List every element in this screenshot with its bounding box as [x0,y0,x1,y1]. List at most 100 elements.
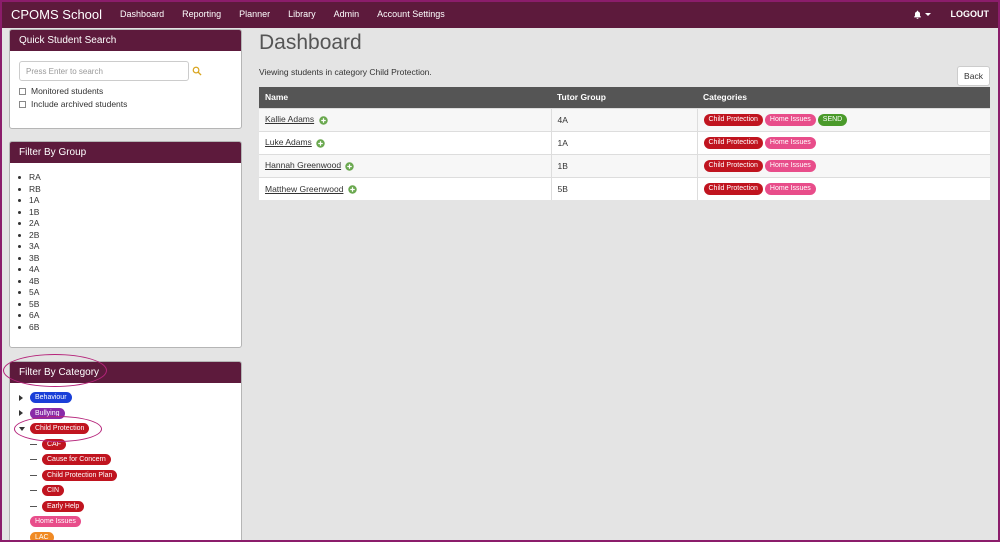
category-row-behaviour: Behaviour [19,390,241,406]
nav-library[interactable]: Library [288,9,316,19]
monitored-checkbox[interactable] [19,87,26,95]
bullet-icon [18,279,21,283]
category-row-cin: CIN [19,483,241,499]
table-row: Matthew Greenwood 5B Child Protection Home… [259,176,990,200]
student-name-link[interactable]: Matthew Greenwood [265,184,343,194]
monitored-students-option[interactable]: Monitored students [19,86,232,96]
page-subtitle: Viewing students in category Child Prote… [259,67,432,77]
categories-cell: Child Protection Home Issues [697,176,990,200]
group-item-1b[interactable]: 1B [18,207,241,219]
group-label: 4B [29,275,40,286]
add-icon[interactable] [316,138,325,148]
nav-reporting[interactable]: Reporting [182,9,221,19]
group-label: 4A [29,264,40,274]
students-table: Name Tutor Group Categories Kallie Adams… [259,87,990,200]
group-item-6b[interactable]: 6B [18,322,241,334]
student-name-link[interactable]: Luke Adams [265,137,312,147]
category-filter-caf[interactable]: CAF [42,438,66,450]
chevron-down-icon [924,12,931,16]
table-row: Luke Adams 1A Child Protection Home Issues [259,130,990,154]
category-row-lac: LAC [19,530,241,542]
top-navbar: CPOMS School Dashboard Reporting Planner… [0,0,1000,28]
expand-arrow-icon[interactable] [19,410,23,417]
group-label: 1A [29,195,40,205]
nav-account-settings[interactable]: Account Settings [377,9,445,19]
column-header-categories[interactable]: Categories [697,87,990,108]
category-filter-behaviour[interactable]: Behaviour [30,392,72,404]
logout-link[interactable]: LOGOUT [951,9,990,19]
bullet-icon [18,210,21,214]
group-item-2b[interactable]: 2B [18,230,241,242]
group-item-5b[interactable]: 5B [18,299,241,311]
category-badge-child-protection: Child Protection [703,183,763,196]
archived-students-option[interactable]: Include archived students [19,99,232,109]
bullet-icon [18,245,21,249]
bullet-icon [18,325,21,329]
student-name-link[interactable]: Kallie Adams [265,114,314,124]
group-label: 1B [29,206,40,217]
group-item-3a[interactable]: 3A [18,241,241,253]
search-input[interactable] [19,61,189,81]
bullet-icon [18,291,21,295]
filter-group-heading: Filter By Group [10,142,241,163]
back-button[interactable]: Back [957,66,990,86]
category-row-early-help: Early Help [19,499,241,515]
notifications-dropdown[interactable] [913,10,931,19]
group-list: RA RB 1A 1B 2A 2B 3A 3B 4A 4B 5A 5B 6A 6B [10,163,241,333]
category-badge-home-issues: Home Issues [764,137,816,149]
group-item-5a[interactable]: 5A [18,287,241,299]
group-item-ra[interactable]: RA [18,172,241,184]
bullet-icon [18,222,21,226]
category-badge-child-protection: Child Protection [703,137,763,149]
tutor-group-cell: 5B [551,176,698,200]
tree-branch-line [30,490,37,492]
add-icon[interactable] [318,115,328,125]
category-badge-child-protection: Child Protection [703,114,763,126]
category-filter-cin[interactable]: CIN [42,485,65,497]
category-row-child-protection: Child Protection [19,421,241,437]
filter-category-panel: Filter By Category Behaviour Bullying Chil… [9,361,242,542]
category-filter-lac[interactable]: LAC [30,531,54,542]
archived-checkbox[interactable] [19,100,26,108]
category-tree: Behaviour Bullying Child Protection CAF Caus… [10,383,241,542]
column-header-tutor-group[interactable]: Tutor Group [551,87,697,108]
category-badge-home-issues: Home Issues [764,114,816,126]
brand-logo[interactable]: CPOMS School [11,7,102,22]
group-label: 5A [29,287,40,297]
expand-arrow-icon[interactable] [19,394,23,401]
nav-planner[interactable]: Planner [239,9,270,19]
student-name-link[interactable]: Hannah Greenwood [265,160,341,170]
category-filter-child-protection-plan[interactable]: Child Protection Plan [42,469,118,481]
category-filter-bullying[interactable]: Bullying [30,407,65,419]
group-item-6a[interactable]: 6A [18,310,241,322]
group-label: 3B [29,252,40,263]
category-row-caf: CAF [19,437,241,453]
nav-admin[interactable]: Admin [334,9,360,19]
bullet-icon [18,187,21,191]
group-label: RA [29,172,41,182]
quick-search-panel: Quick Student Search Monitored students … [9,29,242,129]
category-filter-cause-for-concern[interactable]: Cause for Concern [42,454,111,466]
group-item-2a[interactable]: 2A [18,218,241,230]
category-row-cause-for-concern: Cause for Concern [19,452,241,468]
group-label: RB [29,183,41,194]
tutor-group-cell: 1A [551,130,698,154]
column-header-name[interactable]: Name [259,87,551,108]
search-icon[interactable] [192,66,202,76]
nav-dashboard[interactable]: Dashboard [120,9,164,19]
bullet-icon [18,268,21,272]
collapse-arrow-icon[interactable] [19,426,25,431]
add-icon[interactable] [348,185,357,194]
filter-group-panel: Filter By Group RA RB 1A 1B 2A 2B 3A 3B 4A 4B 5A 5B… [9,141,242,348]
group-item-3b[interactable]: 3B [18,253,241,265]
category-filter-home-issues[interactable]: Home Issues [30,516,81,528]
archived-label: Include archived students [31,99,128,109]
group-item-4a[interactable]: 4A [18,264,241,276]
category-badge-child-protection: Child Protection [703,160,763,172]
category-filter-child-protection[interactable]: Child Protection [30,423,90,435]
group-item-1a[interactable]: 1A [18,195,241,207]
group-item-rb[interactable]: RB [18,184,241,196]
add-icon[interactable] [345,161,355,171]
group-item-4b[interactable]: 4B [18,276,241,288]
category-filter-early-help[interactable]: Early Help [42,500,85,512]
